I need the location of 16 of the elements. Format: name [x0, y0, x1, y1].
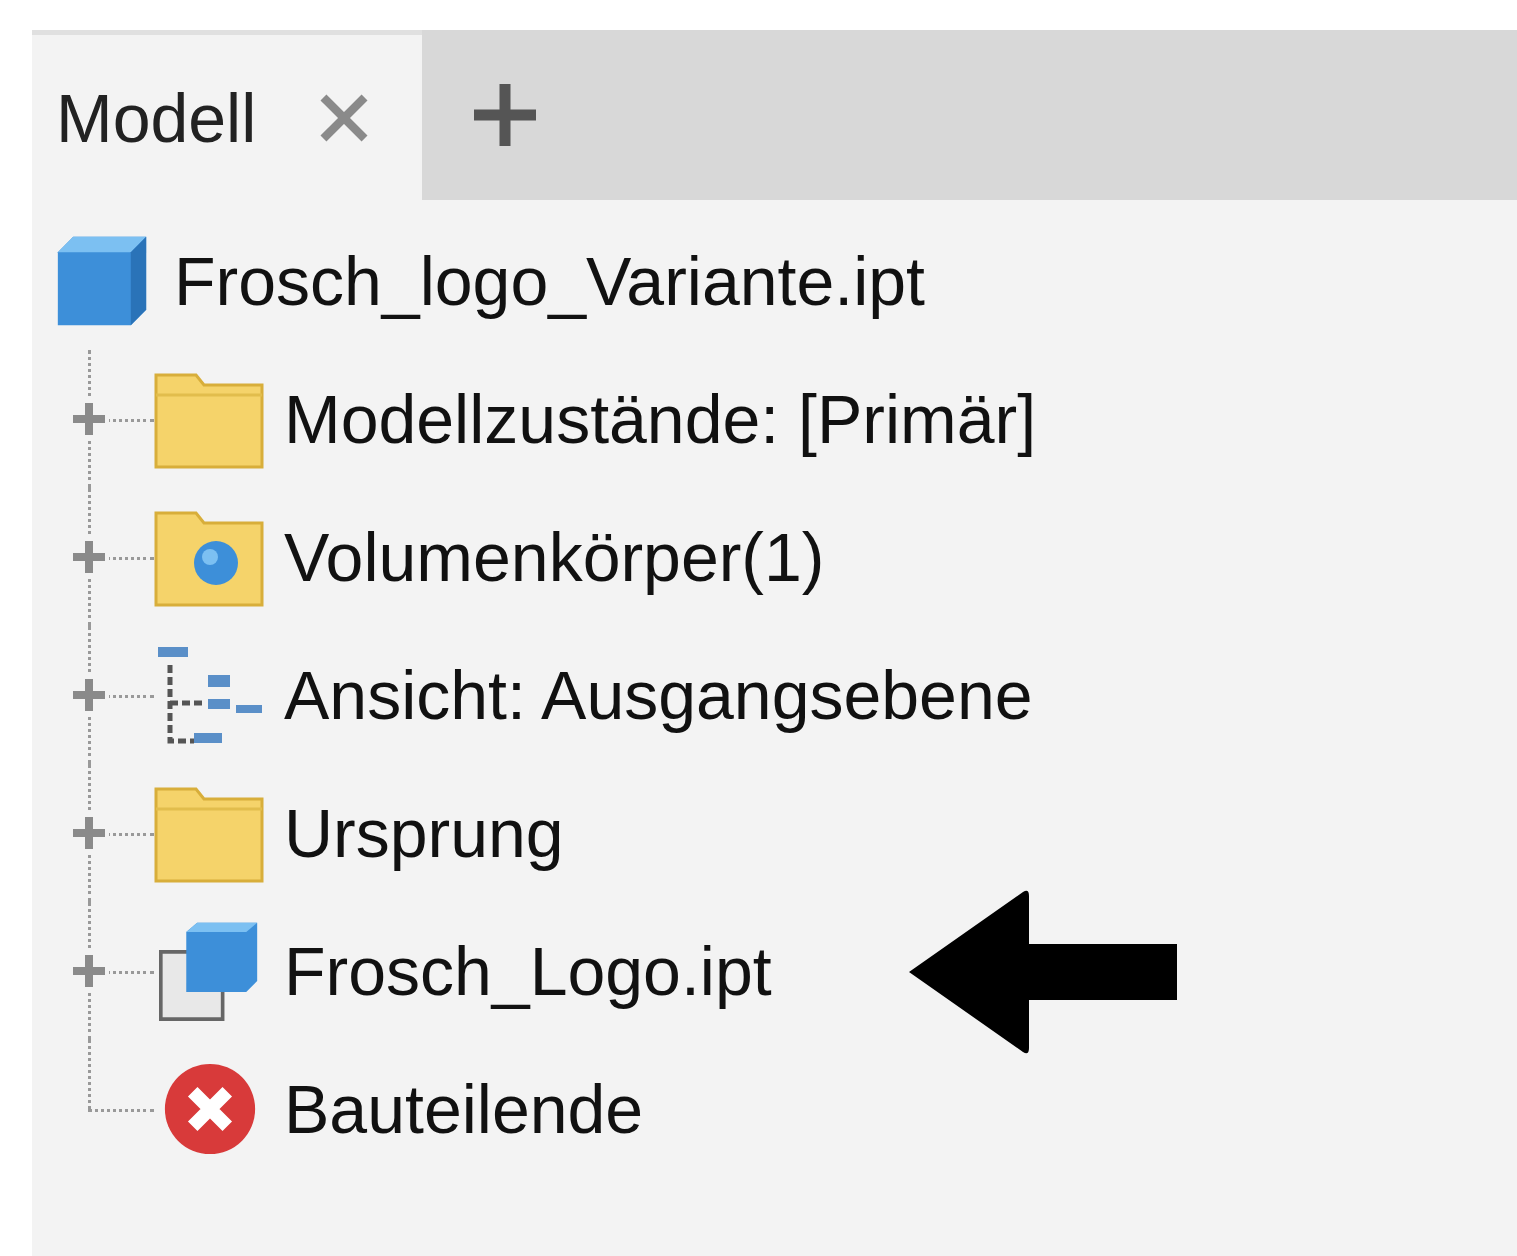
tree-item-label: Ursprung	[284, 794, 564, 872]
tree-item-label: Frosch_logo_Variante.ipt	[174, 242, 925, 320]
tree-item[interactable]: Bauteilende	[32, 1040, 1517, 1178]
tree-item[interactable]: Modellzustände: [Primär]	[32, 350, 1517, 488]
tree-item[interactable]: Frosch_Logo.ipt	[32, 902, 1517, 1040]
tree-item-label: Ansicht: Ausgangsebene	[284, 656, 1033, 734]
tree-item-label: Bauteilende	[284, 1070, 644, 1148]
error-icon	[162, 1061, 258, 1157]
tree-item[interactable]: Ansicht: Ausgangsebene	[32, 626, 1517, 764]
tree-item-label: Frosch_Logo.ipt	[284, 932, 772, 1010]
tree-item-label: Modellzustände: [Primär]	[284, 380, 1037, 458]
tree-item[interactable]: Frosch_logo_Variante.ipt	[32, 212, 1517, 350]
tree-item-label: Volumenkörper(1)	[284, 518, 825, 596]
tab[interactable]: Modell	[32, 30, 423, 200]
tree-item[interactable]: Volumenkörper(1)	[32, 488, 1517, 626]
tree-item[interactable]: Ursprung	[32, 764, 1517, 902]
